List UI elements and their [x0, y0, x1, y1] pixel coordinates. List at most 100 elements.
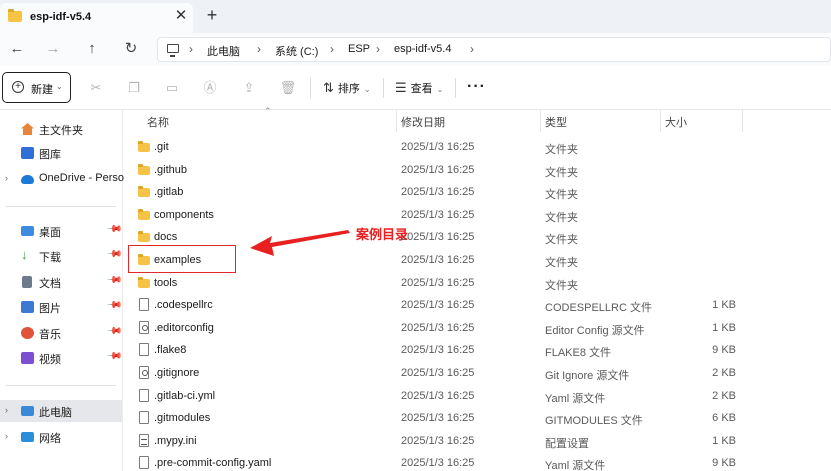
- home-icon: [21, 123, 34, 135]
- pin-icon[interactable]: 📌: [106, 348, 123, 365]
- back-button[interactable]: ←: [4, 38, 30, 60]
- file-name: .gitlab: [154, 186, 184, 199]
- sidebar-item-pictures[interactable]: 图片 📌: [0, 296, 123, 318]
- sidebar-item-downloads[interactable]: ↓ 下载 📌: [0, 245, 123, 267]
- sidebar-item-label: 图片: [39, 303, 61, 315]
- copy-icon[interactable]: ❐: [125, 79, 143, 97]
- breadcrumb-chevron[interactable]: ›: [470, 42, 474, 56]
- sidebar-item-label: 此电脑: [39, 407, 72, 419]
- file-type: Git Ignore 源文件: [545, 370, 630, 382]
- view-button[interactable]: ☰ 查看 ⌄: [395, 79, 443, 97]
- column-divider[interactable]: [540, 110, 541, 132]
- chevron-right-icon[interactable]: ›: [5, 173, 8, 183]
- refresh-button[interactable]: ↻: [118, 38, 144, 60]
- file-row[interactable]: .github 2025/1/3 16:25 文件夹: [124, 159, 831, 181]
- sidebar-item-label: 文档: [39, 278, 61, 290]
- file-row[interactable]: .pre-commit-config.yaml 2025/1/3 16:25 Yam…: [124, 452, 831, 471]
- file-type: CODESPELLRC 文件: [545, 302, 652, 315]
- file-row[interactable]: .git 2025/1/3 16:25 文件夹: [124, 136, 831, 158]
- column-header-size[interactable]: 大小: [665, 114, 687, 130]
- column-divider[interactable]: [660, 110, 661, 132]
- rename-icon[interactable]: Ⓐ: [201, 79, 219, 97]
- sidebar-item-desktop[interactable]: 桌面 📌: [0, 220, 123, 242]
- file-type: 文件夹: [545, 166, 578, 179]
- download-icon: ↓: [21, 247, 28, 262]
- sidebar-item-this-pc[interactable]: › 此电脑: [0, 400, 122, 422]
- pin-icon[interactable]: 📌: [106, 323, 123, 340]
- tab-bar: esp-idf-v5.4 ✕ +: [0, 0, 831, 33]
- file-icon: [139, 298, 149, 312]
- sidebar-item-home[interactable]: 主文件夹: [0, 118, 122, 140]
- column-header-type[interactable]: 类型: [545, 114, 567, 130]
- pin-icon[interactable]: 📌: [106, 297, 123, 314]
- breadcrumb-esp[interactable]: ESP: [348, 43, 370, 55]
- column-divider[interactable]: [396, 110, 397, 132]
- sidebar-item-label: 网络: [39, 433, 61, 445]
- chevron-down-icon: ⌄: [56, 82, 63, 91]
- sidebar-item-music[interactable]: 音乐 📌: [0, 322, 123, 344]
- file-row[interactable]: .flake8 2025/1/3 16:25 FLAKE8 文件 9 KB: [124, 339, 831, 361]
- share-icon[interactable]: ⇪: [240, 79, 258, 97]
- tab-title: esp-idf-v5.4: [30, 11, 92, 23]
- file-row[interactable]: .gitignore 2025/1/3 16:25 Git Ignore 源文件 2 …: [124, 362, 831, 384]
- sidebar-item-videos[interactable]: 视频 📌: [0, 347, 123, 369]
- paste-icon[interactable]: ▭: [163, 79, 181, 97]
- sidebar-item-documents[interactable]: 文档 📌: [0, 271, 123, 293]
- breadcrumb-esp-idf[interactable]: esp-idf-v5.4: [394, 43, 451, 55]
- column-header-name[interactable]: 名称: [147, 114, 169, 130]
- column-header-date[interactable]: 修改日期: [401, 114, 445, 130]
- chevron-right-icon[interactable]: ›: [5, 405, 8, 415]
- file-size: 2 KB: [712, 389, 736, 402]
- chevron-right-icon[interactable]: ›: [5, 431, 8, 441]
- file-row[interactable]: .editorconfig 2025/1/3 16:25 Editor Config…: [124, 317, 831, 339]
- file-row[interactable]: .gitlab 2025/1/3 16:25 文件夹: [124, 181, 831, 203]
- file-name: .flake8: [154, 344, 187, 357]
- file-type: 文件夹: [545, 279, 578, 292]
- file-date: 2025/1/3 16:25: [401, 299, 475, 312]
- file-date: 2025/1/3 16:25: [401, 389, 475, 402]
- breadcrumb-drive-c[interactable]: 系统 (C:): [275, 43, 318, 59]
- file-row[interactable]: .gitlab-ci.yml 2025/1/3 16:25 Yaml 源文件 2 KB: [124, 385, 831, 407]
- new-tab-button[interactable]: +: [202, 4, 222, 26]
- forward-button[interactable]: →: [40, 38, 66, 60]
- breadcrumb-this-pc[interactable]: 此电脑: [207, 43, 240, 59]
- sidebar-item-network[interactable]: › 网络: [0, 426, 122, 448]
- delete-icon[interactable]: 🗑: [279, 79, 297, 97]
- cut-icon[interactable]: ✂: [87, 79, 105, 97]
- sidebar-item-label: 音乐: [39, 329, 61, 341]
- file-type: FLAKE8 文件: [545, 347, 612, 360]
- toolbar-divider: [455, 78, 456, 98]
- sort-button[interactable]: ⇅ 排序 ⌄: [323, 79, 371, 97]
- file-row[interactable]: .gitmodules 2025/1/3 16:25 GITMODULES 文件 6 …: [124, 407, 831, 429]
- new-button[interactable]: + 新建 ⌄: [2, 72, 71, 103]
- sidebar-item-gallery[interactable]: 图库: [0, 142, 122, 164]
- pin-icon[interactable]: 📌: [106, 221, 123, 238]
- file-row[interactable]: .mypy.ini 2025/1/3 16:25 配置设置 1 KB: [124, 430, 831, 452]
- more-options-button[interactable]: ···: [467, 78, 486, 96]
- close-tab-button[interactable]: ✕: [173, 7, 189, 25]
- file-date: 2025/1/3 16:25: [401, 457, 475, 470]
- file-size: 9 KB: [712, 457, 736, 470]
- file-type: 文件夹: [545, 189, 578, 202]
- up-button[interactable]: ↑: [79, 38, 105, 60]
- file-name: tools: [154, 276, 178, 289]
- file-row[interactable]: components 2025/1/3 16:25 文件夹: [124, 204, 831, 226]
- file-type: Yaml 源文件: [545, 460, 606, 471]
- file-row[interactable]: tools 2025/1/3 16:25 文件夹: [124, 272, 831, 294]
- folder-icon: [8, 9, 22, 22]
- plus-icon: +: [12, 81, 24, 93]
- column-divider[interactable]: [742, 110, 743, 132]
- tab-esp-idf[interactable]: esp-idf-v5.4 ✕: [0, 3, 193, 33]
- file-name: docs: [154, 231, 178, 244]
- pin-icon[interactable]: 📌: [106, 246, 123, 263]
- address-bar[interactable]: › 此电脑 › 系统 (C:) › ESP › esp-idf-v5.4 ›: [157, 37, 831, 62]
- file-type: 配置设置: [545, 437, 589, 450]
- file-date: 2025/1/3 16:25: [401, 367, 475, 379]
- file-row[interactable]: .codespellrc 2025/1/3 16:25 CODESPELLRC 文件…: [124, 294, 831, 316]
- file-name: .gitmodules: [154, 412, 211, 425]
- view-label: 查看: [410, 83, 433, 95]
- sidebar-item-onedrive[interactable]: › OneDrive - Perso: [0, 168, 124, 190]
- pin-icon[interactable]: 📌: [106, 272, 123, 289]
- annotation-arrow-icon: [250, 230, 350, 256]
- command-bar: + 新建 ⌄ ✂ ❐ ▭ Ⓐ ⇪ 🗑 ⇅ 排序 ⌄ ☰ 查看 ⌄ ···: [0, 66, 831, 110]
